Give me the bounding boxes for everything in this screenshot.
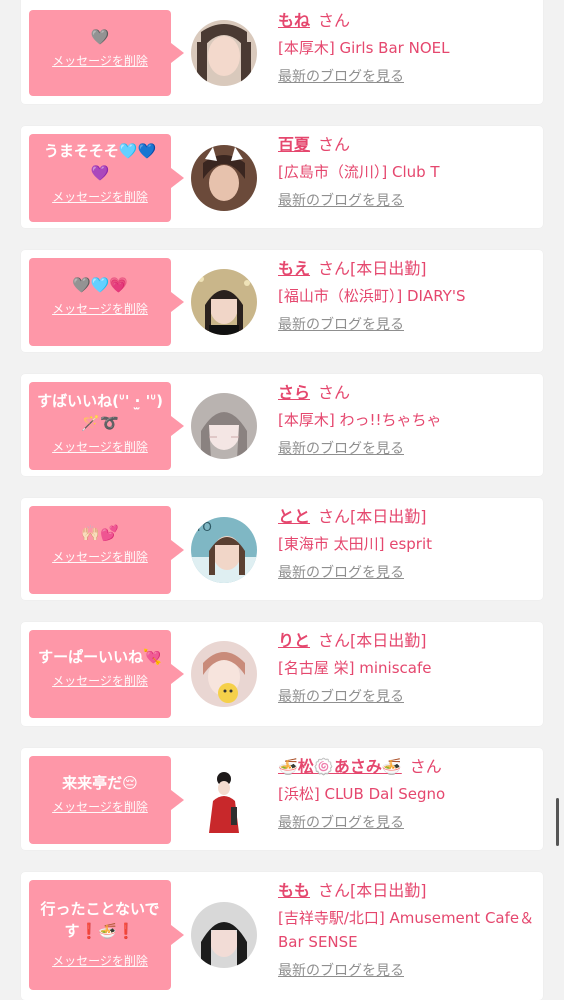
message-bubble: すーぱーいいね💘 メッセージを削除 [29, 630, 184, 718]
honorific: さん [318, 631, 351, 650]
shop-name: [名古屋 栄] miniscafe [278, 659, 432, 677]
message-bubble: うまそそそ🩵💙💜 メッセージを削除 [29, 134, 184, 222]
honorific: さん [318, 507, 351, 526]
list-item: 行ったことないです❗️🍜❗️ メッセージを削除 もも さん[本日出勤] [吉祥寺駅… [21, 872, 543, 1000]
honorific: さん [318, 135, 351, 154]
message-bubble: すばいいね(ᐡ' ·̫ 'ᐡ)🪄➰ メッセージを削除 [29, 382, 184, 470]
view-blog-link[interactable]: 最新のブログを見る [278, 686, 404, 706]
delete-message-link[interactable]: メッセージを削除 [52, 952, 148, 969]
list-item: うまそそそ🩵💙💜 メッセージを削除 百夏 さん [広島市（流川）] Club T … [21, 126, 543, 228]
attendance-status: [本日出勤] [350, 881, 427, 900]
message-text: 🙌🏻💕 [81, 524, 119, 542]
avatar[interactable] [191, 767, 257, 833]
avatar[interactable] [191, 902, 257, 968]
attendance-status: [本日出勤] [350, 631, 427, 650]
user-name-link[interactable]: 百夏 [278, 135, 310, 154]
view-blog-link[interactable]: 最新のブログを見る [278, 438, 404, 458]
honorific: さん [318, 383, 351, 402]
message-bubble: 🙌🏻💕 メッセージを削除 [29, 506, 184, 594]
view-blog-link[interactable]: 最新のブログを見る [278, 190, 404, 210]
view-blog-link[interactable]: 最新のブログを見る [278, 314, 404, 334]
message-text: すばいいね(ᐡ' ·̫ 'ᐡ)🪄➰ [37, 392, 163, 432]
attendance-status: [本日出勤] [350, 507, 427, 526]
message-text: 行ったことないです❗️🍜❗️ [40, 900, 160, 940]
message-text: 来来亭だ😔 [62, 774, 138, 792]
avatar[interactable] [191, 641, 257, 707]
message-text: 🩶 [90, 28, 110, 46]
honorific: さん [318, 881, 351, 900]
delete-message-link[interactable]: メッセージを削除 [52, 438, 148, 455]
avatar[interactable] [191, 393, 257, 459]
shop-name: [浜松] CLUB Dal Segno [278, 785, 446, 803]
message-list: 🩶 メッセージを削除 もね さん [本厚木] Girls Bar NOEL 最新の… [0, 0, 564, 1000]
delete-message-link[interactable]: メッセージを削除 [52, 548, 148, 565]
message-text: うまそそそ🩵💙💜 [43, 142, 157, 182]
user-name-link[interactable]: もえ [278, 259, 310, 278]
avatar[interactable] [191, 20, 257, 86]
user-name-link[interactable]: りと [278, 631, 310, 650]
delete-message-link[interactable]: メッセージを削除 [52, 52, 148, 69]
attendance-status: [本日出勤] [350, 259, 427, 278]
list-item: 🩶🩵💗 メッセージを削除 もえ さん[本日出勤] [福山市（松浜町）] DIARY… [21, 250, 543, 352]
message-bubble: 行ったことないです❗️🍜❗️ メッセージを削除 [29, 880, 184, 990]
shop-name: [本厚木] わっ!!ちゃちゃ [278, 411, 442, 429]
user-name-link[interactable]: もも [278, 881, 310, 900]
honorific: さん [318, 259, 351, 278]
message-text: すーぱーいいね💘 [38, 648, 162, 666]
message-bubble: 🩶 メッセージを削除 [29, 10, 184, 96]
delete-message-link[interactable]: メッセージを削除 [52, 300, 148, 317]
avatar[interactable] [191, 269, 257, 335]
delete-message-link[interactable]: メッセージを削除 [52, 798, 148, 815]
list-item: すばいいね(ᐡ' ·̫ 'ᐡ)🪄➰ メッセージを削除 さら さん [本厚木] わっ… [21, 374, 543, 476]
user-name-link[interactable]: 🍜松🍥あさみ🍜 [278, 757, 402, 776]
shop-name: [本厚木] Girls Bar NOEL [278, 39, 450, 57]
view-blog-link[interactable]: 最新のブログを見る [278, 66, 404, 86]
message-bubble: 来来亭だ😔 メッセージを削除 [29, 756, 184, 844]
honorific: さん [409, 757, 442, 776]
view-blog-link[interactable]: 最新のブログを見る [278, 960, 404, 980]
list-item: 🩶 メッセージを削除 もね さん [本厚木] Girls Bar NOEL 最新の… [21, 0, 543, 104]
user-name-link[interactable]: とと [278, 507, 310, 526]
list-item: すーぱーいいね💘 メッセージを削除 りと さん[本日出勤] [名古屋 栄] min… [21, 622, 543, 726]
avatar[interactable] [191, 145, 257, 211]
view-blog-link[interactable]: 最新のブログを見る [278, 812, 404, 832]
honorific: さん [318, 11, 351, 30]
shop-name: [東海市 太田川] esprit [278, 535, 433, 553]
shop-name: [福山市（松浜町）] DIARY'S [278, 287, 466, 305]
avatar[interactable]: TO [191, 517, 257, 583]
shop-name: [吉祥寺駅/北口] Amusement Cafe＆Bar SENSE [278, 909, 535, 951]
scrollbar-thumb[interactable] [556, 798, 559, 846]
user-name-link[interactable]: さら [278, 383, 310, 402]
list-item: 来来亭だ😔 メッセージを削除 🍜松🍥あさみ🍜 さん [浜松] CLUB Dal S… [21, 748, 543, 850]
view-blog-link[interactable]: 最新のブログを見る [278, 562, 404, 582]
delete-message-link[interactable]: メッセージを削除 [52, 672, 148, 689]
delete-message-link[interactable]: メッセージを削除 [52, 188, 148, 205]
message-bubble: 🩶🩵💗 メッセージを削除 [29, 258, 184, 346]
svg-text:TO: TO [194, 520, 212, 534]
message-text: 🩶🩵💗 [71, 276, 129, 294]
shop-name: [広島市（流川）] Club T [278, 163, 440, 181]
user-name-link[interactable]: もね [278, 11, 310, 30]
list-item: 🙌🏻💕 メッセージを削除 TO とと さん[本日出勤] [東海市 太田川] esp… [21, 498, 543, 600]
